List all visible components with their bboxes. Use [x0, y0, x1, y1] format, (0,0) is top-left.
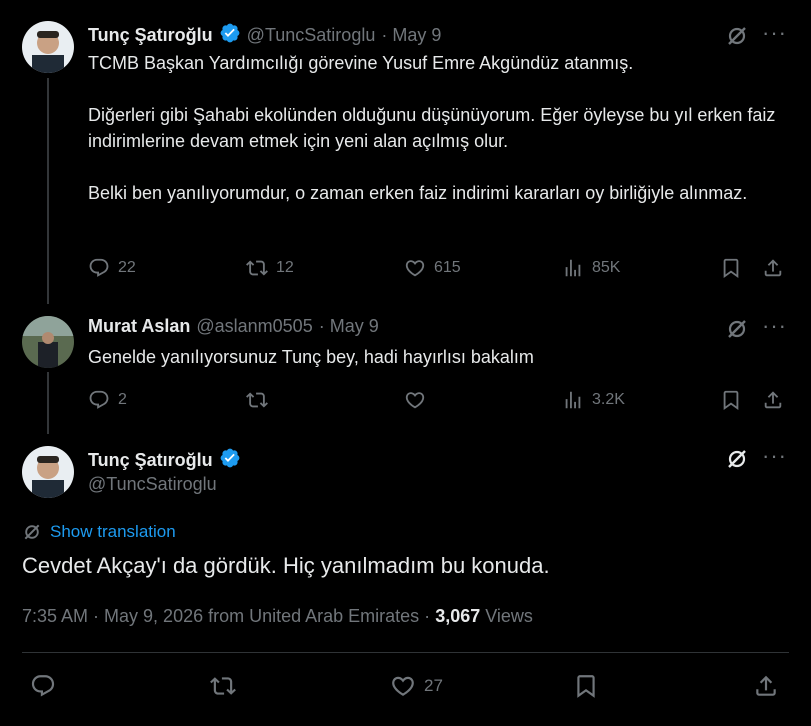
share-button[interactable]	[753, 673, 779, 699]
bookmark-icon	[720, 389, 742, 411]
repost-button[interactable]	[246, 389, 268, 411]
bookmark-button[interactable]	[720, 257, 742, 279]
author-name[interactable]: Tunç Şatıroğlu	[88, 450, 213, 471]
repost-button[interactable]: 12	[246, 257, 294, 279]
more-icon[interactable]: ···	[762, 443, 787, 469]
divider	[22, 652, 789, 653]
like-button[interactable]: 27	[390, 673, 443, 699]
verified-badge-icon	[219, 22, 241, 49]
repost-count: 12	[276, 259, 294, 276]
views-count: 85K	[592, 259, 621, 276]
share-icon	[762, 257, 784, 279]
more-icon[interactable]: ···	[762, 20, 787, 46]
author-handle[interactable]: @TuncSatiroglu	[247, 25, 376, 46]
repost-icon	[246, 389, 268, 411]
like-count: 615	[434, 259, 461, 276]
reply-icon	[88, 257, 110, 279]
views-label: Views	[480, 606, 533, 626]
author-name[interactable]: Murat Aslan	[88, 316, 190, 337]
grok-icon[interactable]	[725, 24, 749, 53]
reply-icon	[88, 389, 110, 411]
views-button[interactable]: 85K	[562, 257, 620, 279]
reply-count: 22	[118, 259, 136, 276]
repost-button[interactable]	[210, 673, 236, 699]
tweet-text: Cevdet Akçay'ı da gördük. Hiç yanılmadım…	[22, 553, 550, 578]
show-translation-label: Show translation	[50, 522, 176, 541]
like-button[interactable]	[404, 389, 426, 411]
bookmark-button[interactable]	[573, 673, 599, 699]
author-handle[interactable]: @aslanm0505	[196, 316, 312, 337]
tweet-meta: 7:35 AM · May 9, 2026 from United Arab E…	[22, 606, 533, 627]
heart-icon	[404, 257, 426, 279]
like-button[interactable]: 615	[404, 257, 461, 279]
tweet-text: Genelde yanılıyorsunuz Tunç bey, hadi ha…	[88, 347, 534, 367]
reply-count: 2	[118, 391, 127, 408]
repost-icon	[246, 257, 268, 279]
views-icon	[562, 257, 584, 279]
tweet-date[interactable]: · May 9	[381, 25, 441, 46]
reply-button[interactable]: 2	[88, 389, 127, 411]
verified-badge-icon	[219, 447, 241, 474]
repost-icon	[210, 673, 236, 699]
author-handle[interactable]: @TuncSatiroglu	[88, 474, 217, 495]
bookmark-icon	[720, 257, 742, 279]
avatar[interactable]	[22, 446, 74, 498]
reply-button[interactable]: 22	[88, 257, 136, 279]
author-name[interactable]: Tunç Şatıroğlu	[88, 25, 213, 46]
tweet-timestamp[interactable]: 7:35 AM · May 9, 2026 from United Arab E…	[22, 606, 435, 626]
more-icon[interactable]: ···	[762, 313, 787, 339]
grok-icon[interactable]	[725, 317, 749, 346]
tweet-date[interactable]: · May 9	[319, 316, 379, 337]
share-button[interactable]	[762, 257, 784, 279]
heart-icon	[404, 389, 426, 411]
bookmark-icon	[573, 673, 599, 699]
show-translation-link[interactable]: Show translation	[22, 522, 176, 542]
views-count: 3,067	[435, 606, 481, 626]
translate-icon	[22, 522, 42, 542]
reply-button[interactable]	[30, 673, 56, 699]
thread-line	[47, 78, 49, 304]
share-button[interactable]	[762, 389, 784, 411]
views-button[interactable]: 3.2K	[562, 389, 625, 411]
thread-line	[47, 372, 49, 434]
like-count: 27	[424, 676, 443, 695]
grok-icon[interactable]	[725, 447, 749, 476]
avatar[interactable]	[22, 316, 74, 368]
views-icon	[562, 389, 584, 411]
heart-icon	[390, 673, 416, 699]
share-icon	[753, 673, 779, 699]
reply-icon	[30, 673, 56, 699]
share-icon	[762, 389, 784, 411]
views-count: 3.2K	[592, 391, 625, 408]
avatar[interactable]	[22, 21, 74, 73]
tweet-text: TCMB Başkan Yardımcılığı görevine Yusuf …	[88, 53, 776, 203]
bookmark-button[interactable]	[720, 389, 742, 411]
